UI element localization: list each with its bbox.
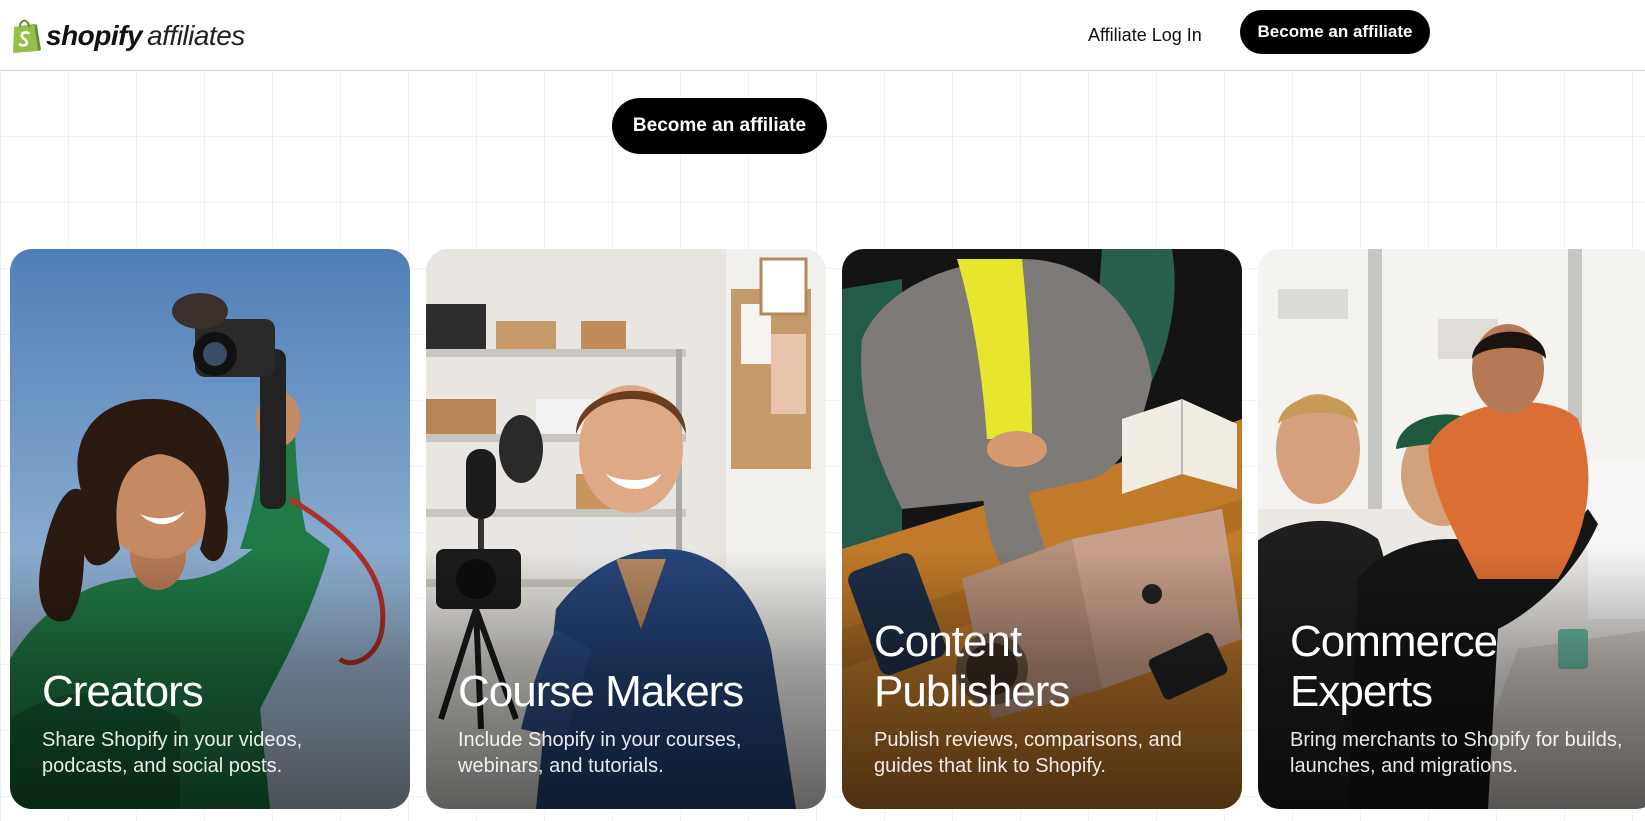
card-creators[interactable]: Creators Share Shopify in your videos, p…	[10, 249, 410, 809]
affiliate-login-link[interactable]: Affiliate Log In	[1088, 22, 1202, 48]
shopify-bag-icon	[13, 19, 41, 53]
shopify-affiliates-logo[interactable]: shopify affiliates	[10, 16, 245, 56]
card-title: Creators	[42, 667, 204, 716]
card-course-makers[interactable]: Course Makers Include Shopify in your co…	[426, 249, 826, 809]
logo-wordmark: shopify affiliates	[46, 18, 245, 54]
card-commerce-experts[interactable]: Commerce Experts Bring merchants to Shop…	[1258, 249, 1645, 809]
card-title: Course Makers	[458, 667, 744, 716]
logo-wordmark-bold: shopify	[46, 20, 143, 51]
logo-wordmark-light: affiliates	[147, 20, 245, 51]
header-become-affiliate-button[interactable]: Become an affiliate	[1240, 10, 1430, 54]
hero-become-affiliate-button[interactable]: Become an affiliate	[612, 98, 827, 154]
card-title: Content Publishers	[874, 617, 1070, 716]
site-header: shopify affiliates Affiliate Log In Becom…	[0, 0, 1645, 71]
card-description: Share Shopify in your videos, podcasts, …	[42, 729, 303, 777]
card-text: Commerce Experts Bring merchants to Shop…	[1290, 617, 1638, 779]
card-content-publishers[interactable]: Content Publishers Publish reviews, comp…	[842, 249, 1242, 809]
card-description: Bring merchants to Shopify for builds, l…	[1290, 729, 1623, 777]
card-text: Content Publishers Publish reviews, comp…	[874, 617, 1222, 779]
card-description: Publish reviews, comparisons, and guides…	[874, 729, 1182, 777]
card-text: Creators Share Shopify in your videos, p…	[42, 667, 390, 779]
card-description: Include Shopify in your courses, webinar…	[458, 729, 742, 777]
card-title: Commerce Experts	[1290, 617, 1498, 716]
card-text: Course Makers Include Shopify in your co…	[458, 667, 806, 779]
